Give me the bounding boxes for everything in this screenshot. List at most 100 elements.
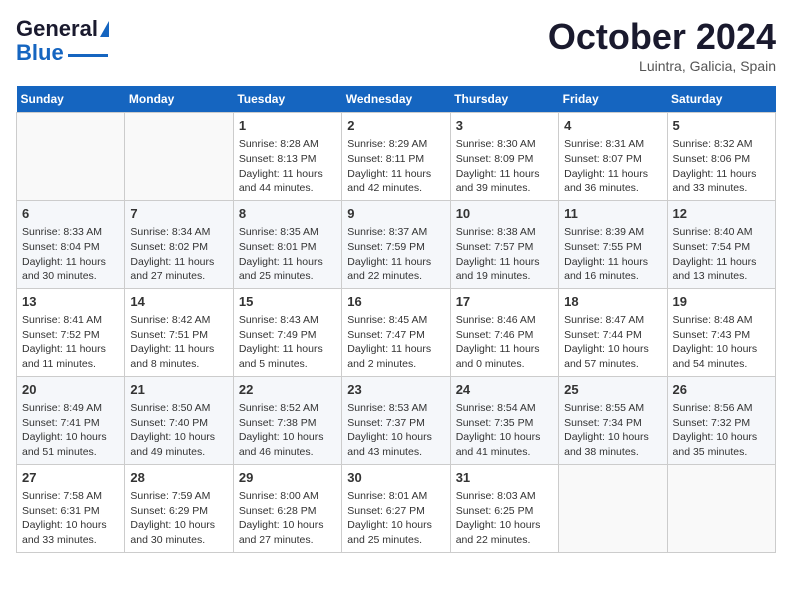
day-info: Sunrise: 8:52 AMSunset: 7:38 PMDaylight:… [239, 401, 336, 460]
day-number: 16 [347, 293, 444, 311]
week-row-1: 1 Sunrise: 8:28 AMSunset: 8:13 PMDaylight… [17, 113, 776, 201]
day-cell: 1 Sunrise: 8:28 AMSunset: 8:13 PMDaylight… [233, 113, 341, 201]
day-number: 30 [347, 469, 444, 487]
day-cell [125, 113, 233, 201]
day-number: 29 [239, 469, 336, 487]
day-cell: 18 Sunrise: 8:47 AMSunset: 7:44 PMDayligh… [559, 288, 667, 376]
day-info: Sunrise: 8:28 AMSunset: 8:13 PMDaylight:… [239, 137, 336, 196]
day-cell: 29Sunrise: 8:00 AMSunset: 6:28 PMDayligh… [233, 464, 341, 552]
day-info: Sunrise: 8:41 AMSunset: 7:52 PMDaylight:… [22, 313, 119, 372]
day-cell: 26Sunrise: 8:56 AMSunset: 7:32 PMDayligh… [667, 376, 775, 464]
day-cell: 21Sunrise: 8:50 AMSunset: 7:40 PMDayligh… [125, 376, 233, 464]
day-number: 1 [239, 117, 336, 135]
day-info: Sunrise: 8:40 AMSunset: 7:54 PMDaylight:… [673, 225, 770, 284]
day-number: 13 [22, 293, 119, 311]
day-cell [559, 464, 667, 552]
day-info: Sunrise: 8:35 AMSunset: 8:01 PMDaylight:… [239, 225, 336, 284]
day-info: Sunrise: 8:38 AMSunset: 7:57 PMDaylight:… [456, 225, 553, 284]
logo: General Blue [16, 16, 109, 66]
day-info: Sunrise: 8:29 AMSunset: 8:11 PMDaylight:… [347, 137, 444, 196]
day-cell: 8Sunrise: 8:35 AMSunset: 8:01 PMDaylight… [233, 200, 341, 288]
day-cell: 16 Sunrise: 8:45 AMSunset: 7:47 PMDayligh… [342, 288, 450, 376]
page-header: General Blue October 2024 Luintra, Galic… [16, 16, 776, 74]
day-cell: 6 Sunrise: 8:33 AMSunset: 8:04 PMDaylight… [17, 200, 125, 288]
calendar-table: SundayMondayTuesdayWednesdayThursdayFrid… [16, 86, 776, 553]
day-cell: 15Sunrise: 8:43 AMSunset: 7:49 PMDayligh… [233, 288, 341, 376]
day-info: Sunrise: 8:48 AMSunset: 7:43 PMDaylight:… [673, 313, 770, 372]
day-info: Sunrise: 8:49 AMSunset: 7:41 PMDaylight:… [22, 401, 119, 460]
location: Luintra, Galicia, Spain [548, 58, 776, 74]
day-number: 18 [564, 293, 661, 311]
col-header-monday: Monday [125, 86, 233, 113]
day-number: 14 [130, 293, 227, 311]
day-info: Sunrise: 8:46 AMSunset: 7:46 PMDaylight:… [456, 313, 553, 372]
day-number: 7 [130, 205, 227, 223]
day-number: 28 [130, 469, 227, 487]
day-info: Sunrise: 8:01 AMSunset: 6:27 PMDaylight:… [347, 489, 444, 548]
day-cell: 3 Sunrise: 8:30 AMSunset: 8:09 PMDaylight… [450, 113, 558, 201]
day-info: Sunrise: 8:33 AMSunset: 8:04 PMDaylight:… [22, 225, 119, 284]
day-number: 27 [22, 469, 119, 487]
col-header-tuesday: Tuesday [233, 86, 341, 113]
day-number: 20 [22, 381, 119, 399]
day-number: 23 [347, 381, 444, 399]
day-cell: 25 Sunrise: 8:55 AMSunset: 7:34 PMDayligh… [559, 376, 667, 464]
day-number: 10 [456, 205, 553, 223]
day-cell: 7 Sunrise: 8:34 AMSunset: 8:02 PMDaylight… [125, 200, 233, 288]
week-row-2: 6 Sunrise: 8:33 AMSunset: 8:04 PMDaylight… [17, 200, 776, 288]
day-info: Sunrise: 8:37 AMSunset: 7:59 PMDaylight:… [347, 225, 444, 284]
day-number: 6 [22, 205, 119, 223]
logo-general: General [16, 16, 98, 42]
day-number: 2 [347, 117, 444, 135]
day-cell: 13 Sunrise: 8:41 AMSunset: 7:52 PMDayligh… [17, 288, 125, 376]
col-header-saturday: Saturday [667, 86, 775, 113]
day-info: Sunrise: 8:39 AMSunset: 7:55 PMDaylight:… [564, 225, 661, 284]
logo-arrow-shape [100, 21, 109, 37]
day-number: 11 [564, 205, 661, 223]
day-number: 24 [456, 381, 553, 399]
day-number: 5 [673, 117, 770, 135]
logo-underline [68, 54, 108, 57]
day-number: 9 [347, 205, 444, 223]
day-number: 12 [673, 205, 770, 223]
day-info: Sunrise: 8:53 AMSunset: 7:37 PMDaylight:… [347, 401, 444, 460]
logo-blue: Blue [16, 40, 64, 66]
day-cell: 24Sunrise: 8:54 AMSunset: 7:35 PMDayligh… [450, 376, 558, 464]
day-cell: 20 Sunrise: 8:49 AMSunset: 7:41 PMDayligh… [17, 376, 125, 464]
day-info: Sunrise: 8:34 AMSunset: 8:02 PMDaylight:… [130, 225, 227, 284]
col-header-thursday: Thursday [450, 86, 558, 113]
week-row-3: 13 Sunrise: 8:41 AMSunset: 7:52 PMDayligh… [17, 288, 776, 376]
day-cell: 14 Sunrise: 8:42 AMSunset: 7:51 PMDayligh… [125, 288, 233, 376]
day-info: Sunrise: 8:50 AMSunset: 7:40 PMDaylight:… [130, 401, 227, 460]
day-cell: 4Sunrise: 8:31 AMSunset: 8:07 PMDaylight… [559, 113, 667, 201]
day-cell: 17Sunrise: 8:46 AMSunset: 7:46 PMDayligh… [450, 288, 558, 376]
day-number: 22 [239, 381, 336, 399]
day-info: Sunrise: 8:42 AMSunset: 7:51 PMDaylight:… [130, 313, 227, 372]
day-cell: 2 Sunrise: 8:29 AMSunset: 8:11 PMDaylight… [342, 113, 450, 201]
day-number: 3 [456, 117, 553, 135]
title-block: October 2024 Luintra, Galicia, Spain [548, 16, 776, 74]
col-header-friday: Friday [559, 86, 667, 113]
day-number: 25 [564, 381, 661, 399]
day-cell: 23 Sunrise: 8:53 AMSunset: 7:37 PMDayligh… [342, 376, 450, 464]
col-header-wednesday: Wednesday [342, 86, 450, 113]
day-number: 4 [564, 117, 661, 135]
col-header-sunday: Sunday [17, 86, 125, 113]
day-cell: 27Sunrise: 7:58 AMSunset: 6:31 PMDayligh… [17, 464, 125, 552]
day-info: Sunrise: 8:45 AMSunset: 7:47 PMDaylight:… [347, 313, 444, 372]
day-cell: 22 Sunrise: 8:52 AMSunset: 7:38 PMDayligh… [233, 376, 341, 464]
day-info: Sunrise: 8:47 AMSunset: 7:44 PMDaylight:… [564, 313, 661, 372]
day-info: Sunrise: 8:55 AMSunset: 7:34 PMDaylight:… [564, 401, 661, 460]
day-info: Sunrise: 8:56 AMSunset: 7:32 PMDaylight:… [673, 401, 770, 460]
day-cell: 12 Sunrise: 8:40 AMSunset: 7:54 PMDayligh… [667, 200, 775, 288]
day-cell: 28 Sunrise: 7:59 AMSunset: 6:29 PMDayligh… [125, 464, 233, 552]
day-info: Sunrise: 7:59 AMSunset: 6:29 PMDaylight:… [130, 489, 227, 548]
month-title: October 2024 [548, 16, 776, 58]
day-number: 31 [456, 469, 553, 487]
day-cell: 30 Sunrise: 8:01 AMSunset: 6:27 PMDayligh… [342, 464, 450, 552]
header-row: SundayMondayTuesdayWednesdayThursdayFrid… [17, 86, 776, 113]
day-info: Sunrise: 8:43 AMSunset: 7:49 PMDaylight:… [239, 313, 336, 372]
day-info: Sunrise: 8:30 AMSunset: 8:09 PMDaylight:… [456, 137, 553, 196]
day-cell: 31Sunrise: 8:03 AMSunset: 6:25 PMDayligh… [450, 464, 558, 552]
day-info: Sunrise: 8:32 AMSunset: 8:06 PMDaylight:… [673, 137, 770, 196]
